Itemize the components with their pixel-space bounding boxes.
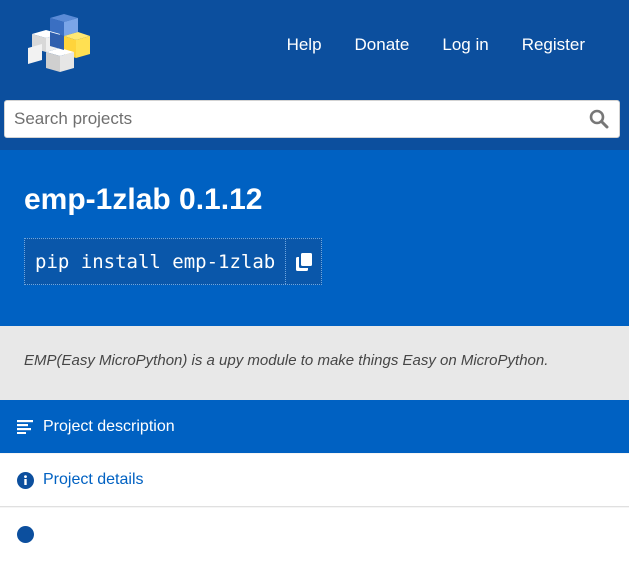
tab-project-details[interactable]: Project details [0,454,629,507]
tab-label: Project description [43,417,175,435]
copy-button[interactable] [286,239,321,284]
pypi-logo[interactable] [20,14,92,74]
nav-help-link[interactable]: Help [287,35,322,55]
search-form [4,100,620,138]
package-banner: emp-1zlab 0.1.12 pip install emp-1zlab [0,150,629,326]
copy-icon [295,252,312,271]
search-band [0,90,629,150]
pip-command[interactable]: pip install emp-1zlab [25,239,287,284]
info-icon [16,471,34,489]
tab-next-partial[interactable] [0,508,629,561]
nav-donate-link[interactable]: Donate [355,35,410,55]
site-header: Help Donate Log in Register [0,0,629,90]
search-icon [589,109,609,129]
pip-install-box: pip install emp-1zlab [24,238,323,285]
summary-text: EMP(Easy MicroPython) is a upy module to… [24,352,549,369]
package-title: emp-1zlab 0.1.12 [24,183,263,216]
align-left-icon [16,418,34,436]
nav-register-link[interactable]: Register [522,35,585,55]
search-button[interactable] [579,101,619,137]
tab-label: Project details [43,471,144,488]
history-icon [16,526,34,544]
main-nav: Help Donate Log in Register [287,0,585,90]
package-summary: EMP(Easy MicroPython) is a upy module to… [0,326,629,400]
tab-project-description[interactable]: Project description [0,400,629,453]
search-input[interactable] [5,101,579,137]
nav-login-link[interactable]: Log in [442,35,488,55]
